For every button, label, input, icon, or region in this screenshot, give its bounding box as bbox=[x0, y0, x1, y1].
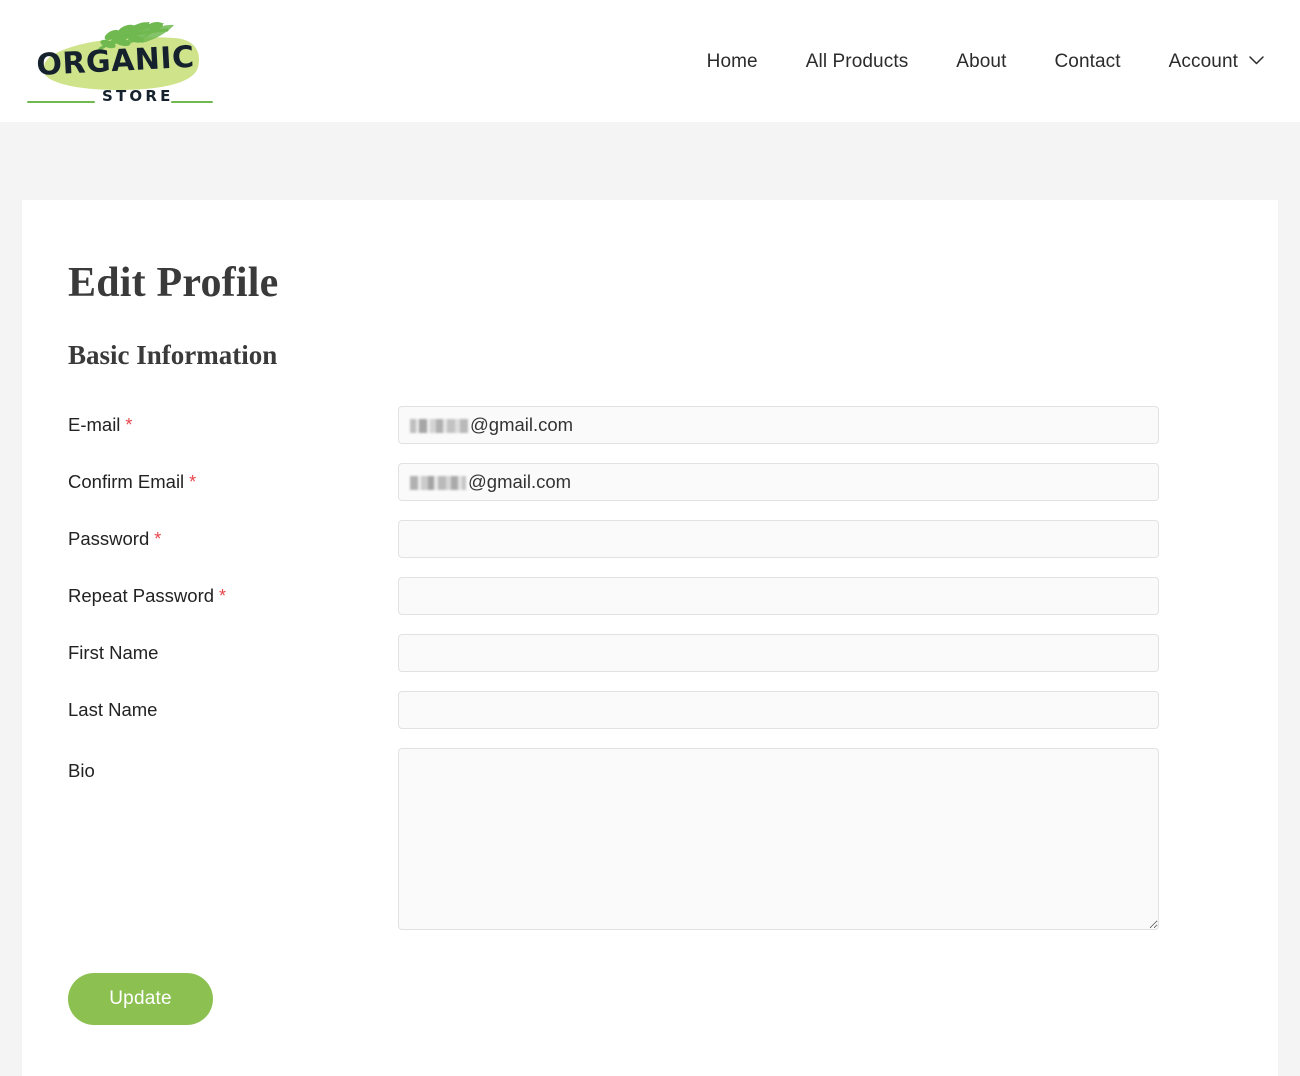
label-email-text: E-mail bbox=[68, 413, 121, 435]
label-repeat-password-text: Repeat Password bbox=[68, 584, 215, 606]
email-domain: @gmail.com bbox=[470, 413, 574, 435]
required-marker-password: * bbox=[154, 528, 162, 549]
repeat-password-input[interactable] bbox=[398, 576, 1159, 615]
label-col-password: Password * bbox=[68, 520, 398, 551]
last-name-input[interactable] bbox=[398, 690, 1159, 729]
form-row-password: Password * bbox=[68, 519, 1232, 558]
label-confirm-email-text: Confirm Email bbox=[68, 470, 185, 492]
label-first-name: First Name bbox=[68, 642, 158, 663]
label-col-email: E-mail * bbox=[68, 406, 398, 437]
nav-item-about[interactable]: About bbox=[932, 52, 1030, 71]
organic-store-logo-icon: ORGANIC STORE bbox=[27, 22, 213, 105]
field-col-password bbox=[398, 519, 1159, 558]
label-col-bio: Bio bbox=[68, 748, 398, 782]
password-input[interactable] bbox=[398, 519, 1159, 558]
nav-item-home[interactable]: Home bbox=[683, 52, 782, 71]
field-col-email: @gmail.com bbox=[398, 405, 1159, 444]
email-input[interactable]: @gmail.com bbox=[398, 405, 1159, 444]
section-title-basic-information: Basic Information bbox=[68, 340, 278, 371]
label-password: Password * bbox=[68, 528, 161, 549]
nav-item-home-label: Home bbox=[706, 50, 758, 72]
field-col-bio bbox=[398, 747, 1159, 930]
confirm-email-input[interactable]: @gmail.com bbox=[398, 462, 1159, 501]
site-logo[interactable]: ORGANIC STORE bbox=[22, 11, 218, 111]
required-marker-email: * bbox=[125, 414, 133, 435]
field-col-repeat-password bbox=[398, 576, 1159, 615]
redacted-confirm-email-username bbox=[410, 475, 466, 490]
label-password-text: Password bbox=[68, 527, 150, 549]
nav-item-contact-label: Contact bbox=[1054, 50, 1121, 72]
page-background: Edit Profile Basic Information E-mail * @… bbox=[0, 122, 1300, 1076]
label-repeat-password: Repeat Password * bbox=[68, 585, 226, 606]
label-bio: Bio bbox=[68, 760, 95, 781]
label-col-last-name: Last Name bbox=[68, 691, 398, 721]
label-bio-text: Bio bbox=[68, 759, 95, 781]
svg-text:STORE: STORE bbox=[102, 87, 174, 105]
field-col-confirm-email: @gmail.com bbox=[398, 462, 1159, 501]
form-row-bio: Bio bbox=[68, 747, 1232, 930]
field-col-first-name bbox=[398, 633, 1159, 672]
update-button[interactable]: Update bbox=[68, 972, 213, 1025]
label-email: E-mail * bbox=[68, 414, 132, 435]
nav-item-account-label: Account bbox=[1168, 50, 1238, 72]
nav-item-account[interactable]: Account bbox=[1145, 52, 1278, 71]
edit-profile-form: E-mail * @gmail.com Confirm Email * @gma… bbox=[68, 405, 1232, 1065]
form-actions: Update bbox=[68, 972, 1232, 1065]
main-navigation: Home All Products About Contact Account bbox=[683, 52, 1278, 71]
form-row-email: E-mail * @gmail.com bbox=[68, 405, 1232, 444]
required-marker-repeat-password: * bbox=[219, 585, 227, 606]
required-marker-confirm-email: * bbox=[189, 471, 197, 492]
label-col-first-name: First Name bbox=[68, 634, 398, 664]
chevron-down-icon bbox=[1249, 55, 1264, 65]
nav-item-all-products[interactable]: All Products bbox=[782, 52, 933, 71]
label-last-name-text: Last Name bbox=[68, 698, 158, 720]
confirm-email-domain: @gmail.com bbox=[468, 470, 572, 492]
nav-item-contact[interactable]: Contact bbox=[1030, 52, 1144, 71]
label-col-confirm-email: Confirm Email * bbox=[68, 463, 398, 494]
label-col-repeat-password: Repeat Password * bbox=[68, 577, 398, 608]
edit-profile-card: Edit Profile Basic Information E-mail * @… bbox=[22, 200, 1278, 1076]
bio-textarea[interactable] bbox=[398, 747, 1159, 930]
label-first-name-text: First Name bbox=[68, 641, 159, 663]
field-col-last-name bbox=[398, 690, 1159, 729]
site-header: ORGANIC STORE Home All Products About Co… bbox=[0, 0, 1300, 122]
first-name-input[interactable] bbox=[398, 633, 1159, 672]
form-row-first-name: First Name bbox=[68, 633, 1232, 672]
form-row-repeat-password: Repeat Password * bbox=[68, 576, 1232, 615]
label-last-name: Last Name bbox=[68, 699, 157, 720]
form-row-confirm-email: Confirm Email * @gmail.com bbox=[68, 462, 1232, 501]
form-row-last-name: Last Name bbox=[68, 690, 1232, 729]
nav-item-all-products-label: All Products bbox=[805, 50, 909, 72]
label-confirm-email: Confirm Email * bbox=[68, 471, 196, 492]
redacted-email-username bbox=[410, 418, 468, 433]
nav-item-about-label: About bbox=[956, 50, 1007, 72]
page-title: Edit Profile bbox=[68, 260, 279, 306]
